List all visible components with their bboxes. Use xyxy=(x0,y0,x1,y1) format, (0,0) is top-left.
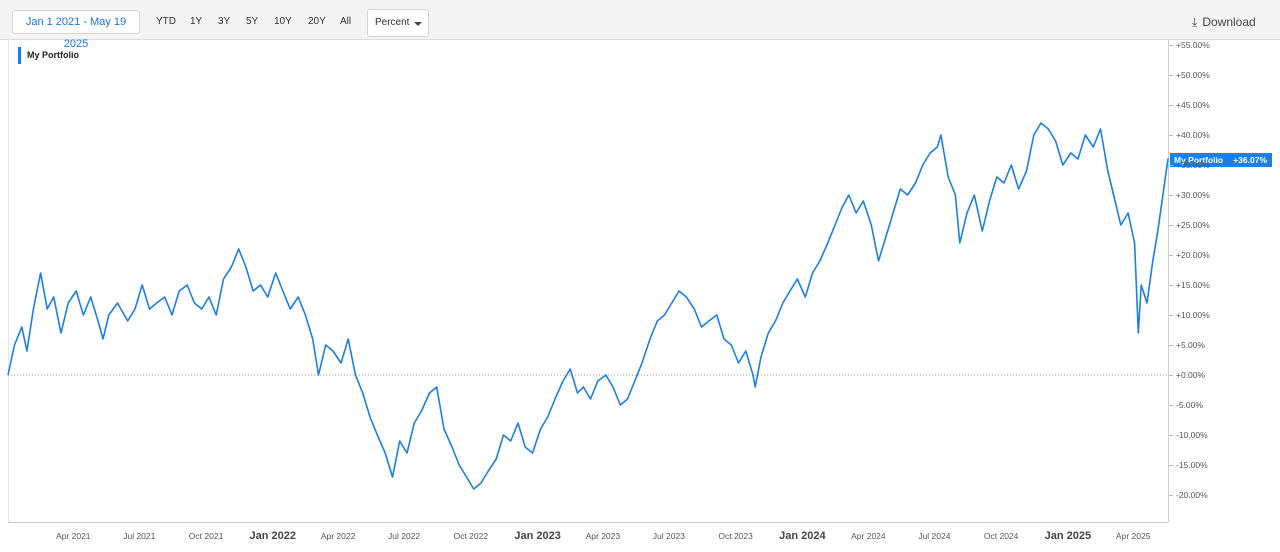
x-tick-label: Apr 2023 xyxy=(585,531,621,541)
y-tick-label: +5.00% xyxy=(1176,340,1206,350)
y-tick-mark xyxy=(1169,45,1173,46)
y-tick-label: +50.00% xyxy=(1176,70,1210,80)
x-tick-label: Oct 2023 xyxy=(718,531,753,541)
y-tick-label: +45.00% xyxy=(1176,100,1210,110)
y-tick-mark xyxy=(1169,435,1173,436)
x-tick-label: Jan 2023 xyxy=(514,530,561,542)
x-tick-label: Jan 2024 xyxy=(779,530,826,542)
x-tick-label: Jan 2025 xyxy=(1044,530,1092,542)
y-tick-label: -20.00% xyxy=(1176,490,1208,500)
y-tick-mark xyxy=(1169,255,1173,256)
y-tick-mark xyxy=(1169,315,1173,316)
x-tick-label: Jan 2022 xyxy=(249,530,297,542)
x-tick-label: Oct 2024 xyxy=(983,531,1019,541)
x-tick-label: Jul 2021 xyxy=(123,531,156,541)
last-value-amount: +36.07% xyxy=(1233,155,1267,165)
legend-my-portfolio[interactable]: My Portfolio xyxy=(18,47,79,64)
y-tick-label: +0.00% xyxy=(1176,370,1206,380)
y-tick-label: +15.00% xyxy=(1176,280,1210,290)
y-tick-mark xyxy=(1169,105,1173,106)
y-tick-mark xyxy=(1169,135,1173,136)
y-tick-label: +35.00% xyxy=(1176,160,1210,170)
y-tick-mark xyxy=(1169,75,1173,76)
y-tick-label: +30.00% xyxy=(1176,190,1210,200)
y-tick-mark xyxy=(1169,405,1173,406)
y-tick-mark xyxy=(1169,375,1173,376)
y-tick-label: +20.00% xyxy=(1176,250,1210,260)
y-tick-label: -15.00% xyxy=(1176,460,1208,470)
y-tick-label: +10.00% xyxy=(1176,310,1210,320)
y-tick-mark xyxy=(1169,285,1173,286)
y-tick-mark xyxy=(1169,465,1173,466)
y-tick-mark xyxy=(1169,195,1173,196)
x-tick-label: Jul 2022 xyxy=(388,531,421,541)
x-tick-label: Apr 2021 xyxy=(56,531,91,541)
y-tick-label: -10.00% xyxy=(1176,430,1208,440)
y-tick-mark xyxy=(1169,225,1173,226)
y-tick-mark xyxy=(1169,165,1173,166)
series-line-my-portfolio[interactable] xyxy=(7,122,1169,490)
y-tick-label: +55.00% xyxy=(1176,40,1210,50)
x-tick-label: Oct 2021 xyxy=(188,531,224,541)
y-tick-label: +40.00% xyxy=(1176,130,1210,140)
x-tick-label: Apr 2025 xyxy=(1115,531,1151,541)
x-tick-label: Jul 2023 xyxy=(652,531,685,541)
y-tick-label: -5.00% xyxy=(1176,400,1203,410)
x-tick-label: Apr 2022 xyxy=(320,531,356,541)
y-tick-mark xyxy=(1169,345,1173,346)
chart-svg xyxy=(7,122,1169,490)
y-tick-label: +25.00% xyxy=(1176,220,1210,230)
x-tick-label: Jul 2024 xyxy=(918,531,951,541)
x-tick-label: Apr 2024 xyxy=(851,531,886,541)
x-tick-label: Oct 2022 xyxy=(453,531,489,541)
y-tick-mark xyxy=(1169,495,1173,496)
